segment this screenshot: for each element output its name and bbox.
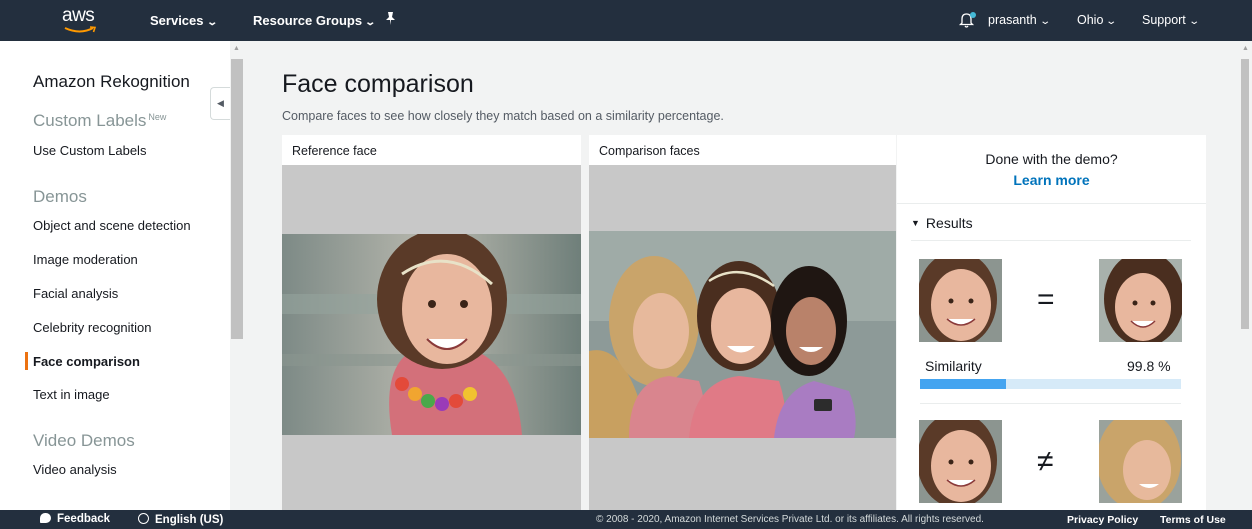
page-title: Face comparison: [282, 70, 474, 98]
done-with-demo-text: Done with the demo?: [985, 151, 1118, 167]
copyright-text: © 2008 - 2020, Amazon Internet Services …: [596, 514, 984, 525]
top-navigation: aws Services ⌄ Resource Groups ⌄ prasanth ⌄…: [0, 0, 1252, 41]
comparison-faces-image[interactable]: [589, 231, 896, 438]
divider: [920, 403, 1181, 404]
results-toggle[interactable]: ▼ Results: [911, 215, 973, 231]
page-description: Compare faces to see how closely they ma…: [282, 109, 724, 123]
matched-face-thumbnail: [1099, 259, 1182, 342]
caret-down-icon: ▼: [911, 218, 920, 228]
sidebar-scrollbar[interactable]: ▲: [230, 41, 244, 510]
services-label: Services: [150, 13, 204, 28]
reference-face-thumbnail: [919, 259, 1002, 342]
sidebar-item-face-comparison[interactable]: Face comparison: [33, 354, 140, 369]
unmatched-face-thumbnail: [1099, 420, 1182, 503]
scroll-up-icon[interactable]: ▲: [233, 45, 240, 52]
no-match-not-equals-icon: ≠: [1037, 445, 1054, 478]
caret-left-icon: ◀: [217, 98, 224, 108]
new-badge: New: [148, 112, 167, 122]
reference-face-thumbnail-2: [919, 420, 1002, 503]
terms-of-use-link[interactable]: Terms of Use: [1160, 514, 1226, 526]
active-indicator: [25, 352, 28, 370]
reference-face-panel: Reference face: [282, 135, 581, 510]
reference-face-image[interactable]: [282, 234, 581, 435]
globe-icon: [138, 513, 149, 524]
sidebar-section-demos: Demos: [33, 187, 87, 206]
aws-smile-icon: [64, 26, 97, 33]
language-label: English (US): [155, 514, 224, 526]
sidebar-scroll-thumb[interactable]: [231, 59, 243, 339]
similarity-label: Similarity: [925, 358, 982, 374]
results-panel: Done with the demo? Learn more ▼ Results …: [897, 135, 1206, 510]
chevron-down-icon: ⌄: [364, 17, 377, 28]
region-menu[interactable]: Ohio ⌄: [1077, 13, 1118, 27]
resource-groups-label: Resource Groups: [253, 13, 363, 28]
feedback-button[interactable]: Feedback: [40, 513, 110, 525]
aws-logo[interactable]: aws: [62, 5, 102, 35]
chevron-down-icon: ⌄: [1038, 16, 1051, 27]
results-toggle-label: Results: [925, 215, 973, 231]
chevron-down-icon: ⌄: [1105, 16, 1118, 27]
divider: [897, 203, 1206, 204]
sidebar-item-text-in-image[interactable]: Text in image: [33, 387, 110, 402]
sidebar: Amazon Rekognition Custom Labels New Use …: [0, 41, 230, 510]
sidebar-item-video-analysis[interactable]: Video analysis: [33, 462, 117, 477]
divider: [911, 240, 1191, 241]
chevron-down-icon: ⌄: [205, 17, 218, 28]
sidebar-item-use-custom-labels[interactable]: Use Custom Labels: [33, 143, 146, 158]
sidebar-section-custom-labels: Custom Labels New: [33, 111, 166, 131]
reference-face-label: Reference face: [282, 135, 581, 165]
learn-more-link[interactable]: Learn more: [897, 172, 1206, 188]
feedback-label: Feedback: [57, 513, 111, 525]
notifications-bell-icon[interactable]: [958, 11, 976, 29]
account-username: prasanth: [988, 13, 1037, 27]
sidebar-item-object-scene-detection[interactable]: Object and scene detection: [33, 218, 191, 233]
main-scrollbar[interactable]: ▲: [1238, 41, 1252, 510]
footer: Feedback English (US) © 2008 - 2020, Ama…: [0, 510, 1252, 529]
sidebar-item-image-moderation[interactable]: Image moderation: [33, 252, 138, 267]
speech-bubble-icon: [40, 513, 51, 523]
resource-groups-menu[interactable]: Resource Groups ⌄: [253, 13, 377, 28]
region-label: Ohio: [1077, 13, 1104, 27]
chevron-down-icon: ⌄: [1188, 16, 1200, 27]
collapse-sidebar-button[interactable]: ◀: [210, 87, 230, 120]
account-menu[interactable]: prasanth ⌄: [988, 13, 1051, 27]
language-selector[interactable]: English (US): [138, 513, 223, 526]
comparison-faces-label: Comparison faces: [589, 135, 896, 165]
aws-logo-text: aws: [62, 5, 95, 26]
sidebar-title[interactable]: Amazon Rekognition: [33, 72, 190, 92]
match-equals-icon: =: [1037, 283, 1055, 316]
similarity-value: 99.8 %: [1127, 358, 1171, 374]
support-menu[interactable]: Support ⌄: [1142, 13, 1200, 27]
custom-labels-heading: Custom Labels: [33, 111, 147, 130]
services-menu[interactable]: Services ⌄: [150, 13, 218, 28]
scroll-up-icon[interactable]: ▲: [1242, 45, 1249, 52]
sidebar-item-facial-analysis[interactable]: Facial analysis: [33, 286, 118, 301]
comparison-faces-panel: Comparison faces: [589, 135, 896, 510]
similarity-bar: [920, 379, 1181, 389]
privacy-policy-link[interactable]: Privacy Policy: [1067, 514, 1138, 526]
support-label: Support: [1142, 13, 1186, 27]
pin-icon[interactable]: [384, 11, 397, 30]
similarity-bar-fill: [920, 379, 1007, 389]
sidebar-section-video-demos: Video Demos: [33, 431, 135, 450]
sidebar-item-celebrity-recognition[interactable]: Celebrity recognition: [33, 320, 152, 335]
main-scroll-thumb[interactable]: [1241, 59, 1249, 329]
